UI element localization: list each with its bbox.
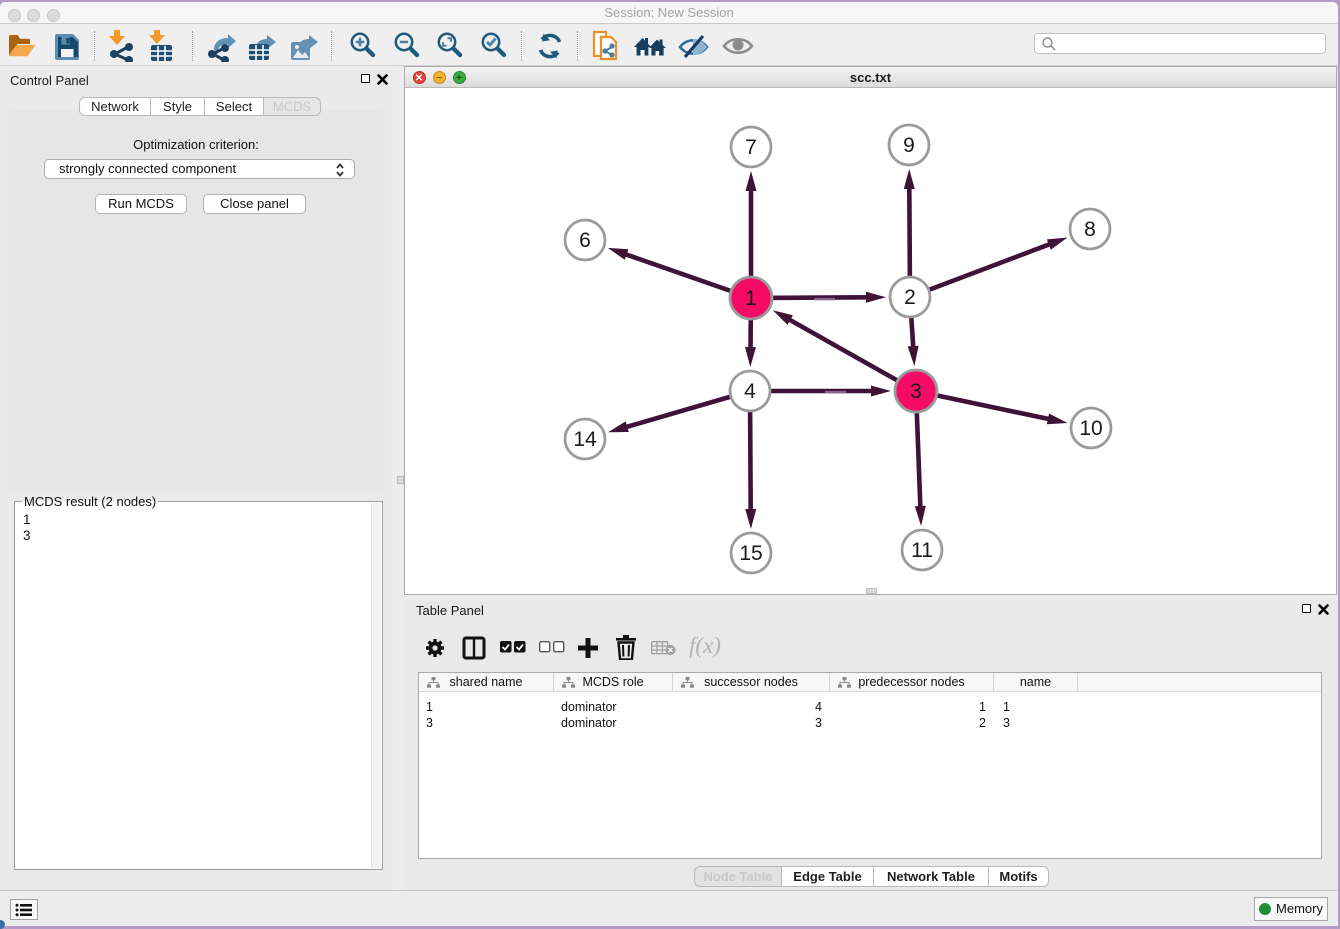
svg-text:8: 8 bbox=[1084, 218, 1096, 241]
svg-text:6: 6 bbox=[579, 229, 591, 252]
svg-text:15: 15 bbox=[739, 542, 762, 565]
svg-text:7: 7 bbox=[745, 136, 757, 159]
svg-text:14: 14 bbox=[573, 428, 597, 451]
svg-text:9: 9 bbox=[903, 134, 915, 157]
svg-text:3: 3 bbox=[910, 380, 922, 403]
svg-text:10: 10 bbox=[1079, 417, 1102, 440]
svg-text:4: 4 bbox=[744, 380, 756, 403]
svg-text:11: 11 bbox=[911, 539, 933, 562]
svg-text:1: 1 bbox=[745, 287, 757, 310]
svg-text:2: 2 bbox=[904, 286, 916, 309]
